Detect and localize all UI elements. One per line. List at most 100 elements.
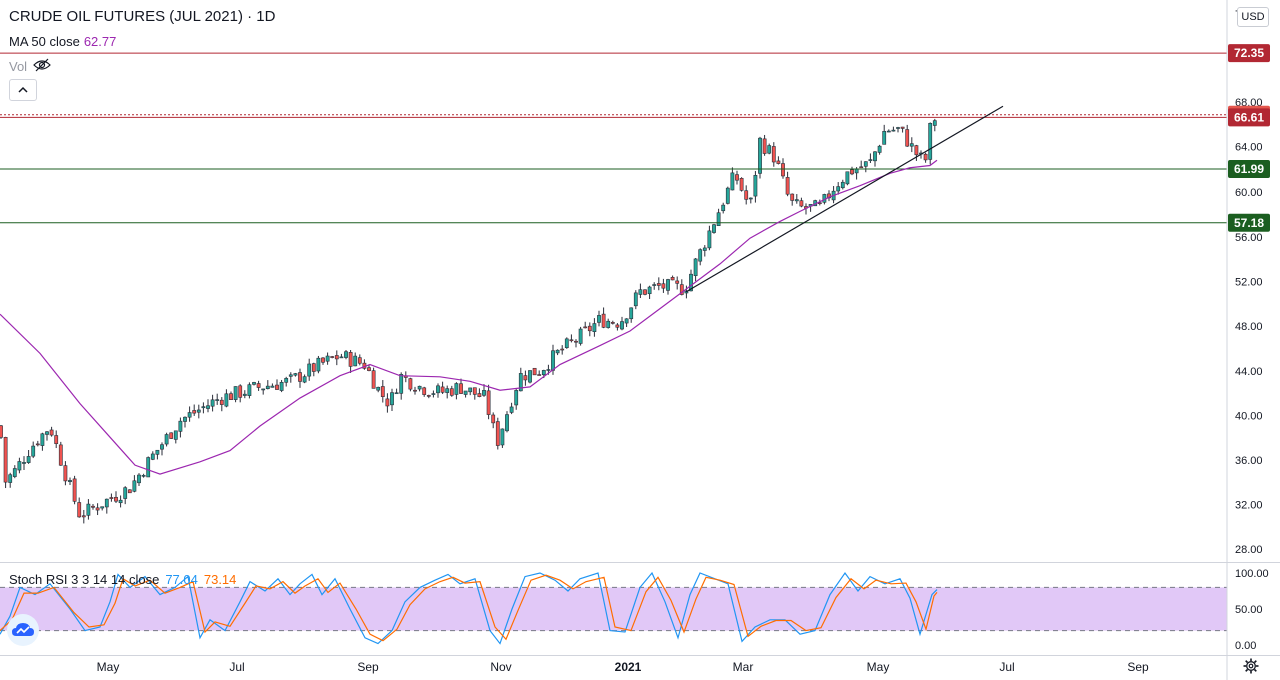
candle[interactable] — [670, 275, 675, 281]
candle[interactable] — [399, 372, 404, 400]
candle[interactable] — [601, 307, 606, 329]
candle[interactable] — [647, 285, 652, 300]
ma-legend[interactable]: MA 50 close 62.77 — [9, 34, 116, 49]
candle[interactable] — [859, 160, 864, 169]
candle[interactable] — [26, 449, 31, 464]
candle[interactable] — [100, 506, 105, 511]
candle[interactable] — [587, 322, 592, 337]
candle[interactable] — [40, 432, 45, 451]
candle[interactable] — [721, 202, 726, 214]
stoch-rsi-legend[interactable]: Stoch RSI 3 3 14 14 close 77.04 73.14 — [9, 572, 236, 587]
candle[interactable] — [380, 380, 385, 403]
candle[interactable] — [261, 388, 266, 395]
candle[interactable] — [445, 385, 450, 399]
candle[interactable] — [896, 126, 900, 133]
candle[interactable] — [104, 498, 109, 514]
candle[interactable] — [781, 158, 785, 179]
candle[interactable] — [348, 349, 353, 373]
candle[interactable] — [850, 166, 854, 176]
candle[interactable] — [86, 499, 91, 520]
candle[interactable] — [72, 475, 77, 505]
candle[interactable] — [270, 383, 275, 388]
candle[interactable] — [68, 477, 72, 486]
candle[interactable] — [666, 278, 670, 295]
ma-50-line[interactable] — [0, 159, 938, 475]
candle[interactable] — [597, 310, 601, 327]
candle[interactable] — [242, 390, 247, 399]
collapse-legend-button[interactable] — [9, 79, 37, 101]
candle[interactable] — [739, 177, 744, 192]
candle[interactable] — [173, 430, 178, 444]
candle[interactable] — [284, 376, 289, 387]
candle[interactable] — [8, 472, 13, 488]
candle[interactable] — [532, 367, 537, 376]
candle[interactable] — [712, 223, 716, 234]
level-badge[interactable]: 72.35 — [1228, 44, 1270, 63]
candle[interactable] — [357, 354, 362, 366]
candle[interactable] — [54, 430, 59, 449]
candle[interactable] — [873, 151, 877, 167]
candle[interactable] — [794, 194, 799, 204]
candle[interactable] — [776, 156, 781, 165]
candle[interactable] — [564, 337, 569, 349]
candle[interactable] — [578, 326, 583, 346]
candle[interactable] — [233, 386, 238, 403]
candle[interactable] — [845, 171, 850, 186]
candle[interactable] — [730, 167, 735, 191]
candle[interactable] — [95, 503, 100, 516]
candle[interactable] — [422, 386, 427, 397]
candle[interactable] — [799, 197, 804, 208]
candle[interactable] — [63, 461, 68, 486]
candle[interactable] — [932, 118, 937, 132]
candle[interactable] — [31, 441, 36, 459]
candle[interactable] — [219, 397, 224, 412]
candle[interactable] — [735, 170, 739, 185]
candle[interactable] — [468, 387, 473, 396]
candle[interactable] — [909, 137, 914, 153]
candle[interactable] — [394, 388, 399, 395]
candle[interactable] — [77, 497, 82, 518]
candle[interactable] — [275, 379, 279, 390]
candle[interactable] — [417, 385, 422, 392]
candle[interactable] — [491, 412, 496, 429]
candle[interactable] — [426, 394, 431, 399]
candle[interactable] — [762, 134, 767, 156]
candle[interactable] — [698, 248, 703, 266]
gear-icon[interactable] — [1242, 657, 1260, 675]
candle[interactable] — [652, 282, 657, 290]
candle[interactable] — [114, 491, 118, 503]
candle[interactable] — [413, 386, 417, 395]
candle[interactable] — [385, 393, 390, 413]
candle[interactable] — [132, 475, 137, 493]
candle[interactable] — [748, 197, 753, 204]
candle[interactable] — [298, 368, 302, 388]
candle[interactable] — [58, 441, 63, 466]
candle[interactable] — [891, 126, 896, 132]
candle[interactable] — [702, 245, 707, 257]
candle[interactable] — [408, 377, 413, 392]
candle[interactable] — [206, 399, 210, 413]
candle[interactable] — [325, 352, 330, 365]
candle[interactable] — [390, 388, 394, 411]
candle[interactable] — [753, 171, 758, 203]
candle[interactable] — [463, 390, 468, 398]
candle[interactable] — [229, 391, 233, 400]
candle[interactable] — [127, 489, 132, 494]
candle[interactable] — [150, 451, 155, 461]
candle[interactable] — [187, 406, 192, 422]
candle[interactable] — [247, 382, 252, 399]
candle[interactable] — [224, 389, 229, 408]
candle[interactable] — [311, 362, 316, 377]
candle[interactable] — [288, 372, 293, 383]
candle[interactable] — [523, 370, 528, 386]
candle[interactable] — [35, 440, 40, 447]
candle[interactable] — [555, 349, 560, 356]
candle[interactable] — [882, 124, 887, 145]
candle[interactable] — [725, 186, 730, 205]
candle[interactable] — [675, 276, 680, 290]
candle[interactable] — [302, 374, 307, 384]
candle[interactable] — [160, 442, 164, 456]
candle[interactable] — [767, 143, 772, 155]
candle[interactable] — [440, 381, 445, 395]
candle[interactable] — [192, 404, 197, 416]
